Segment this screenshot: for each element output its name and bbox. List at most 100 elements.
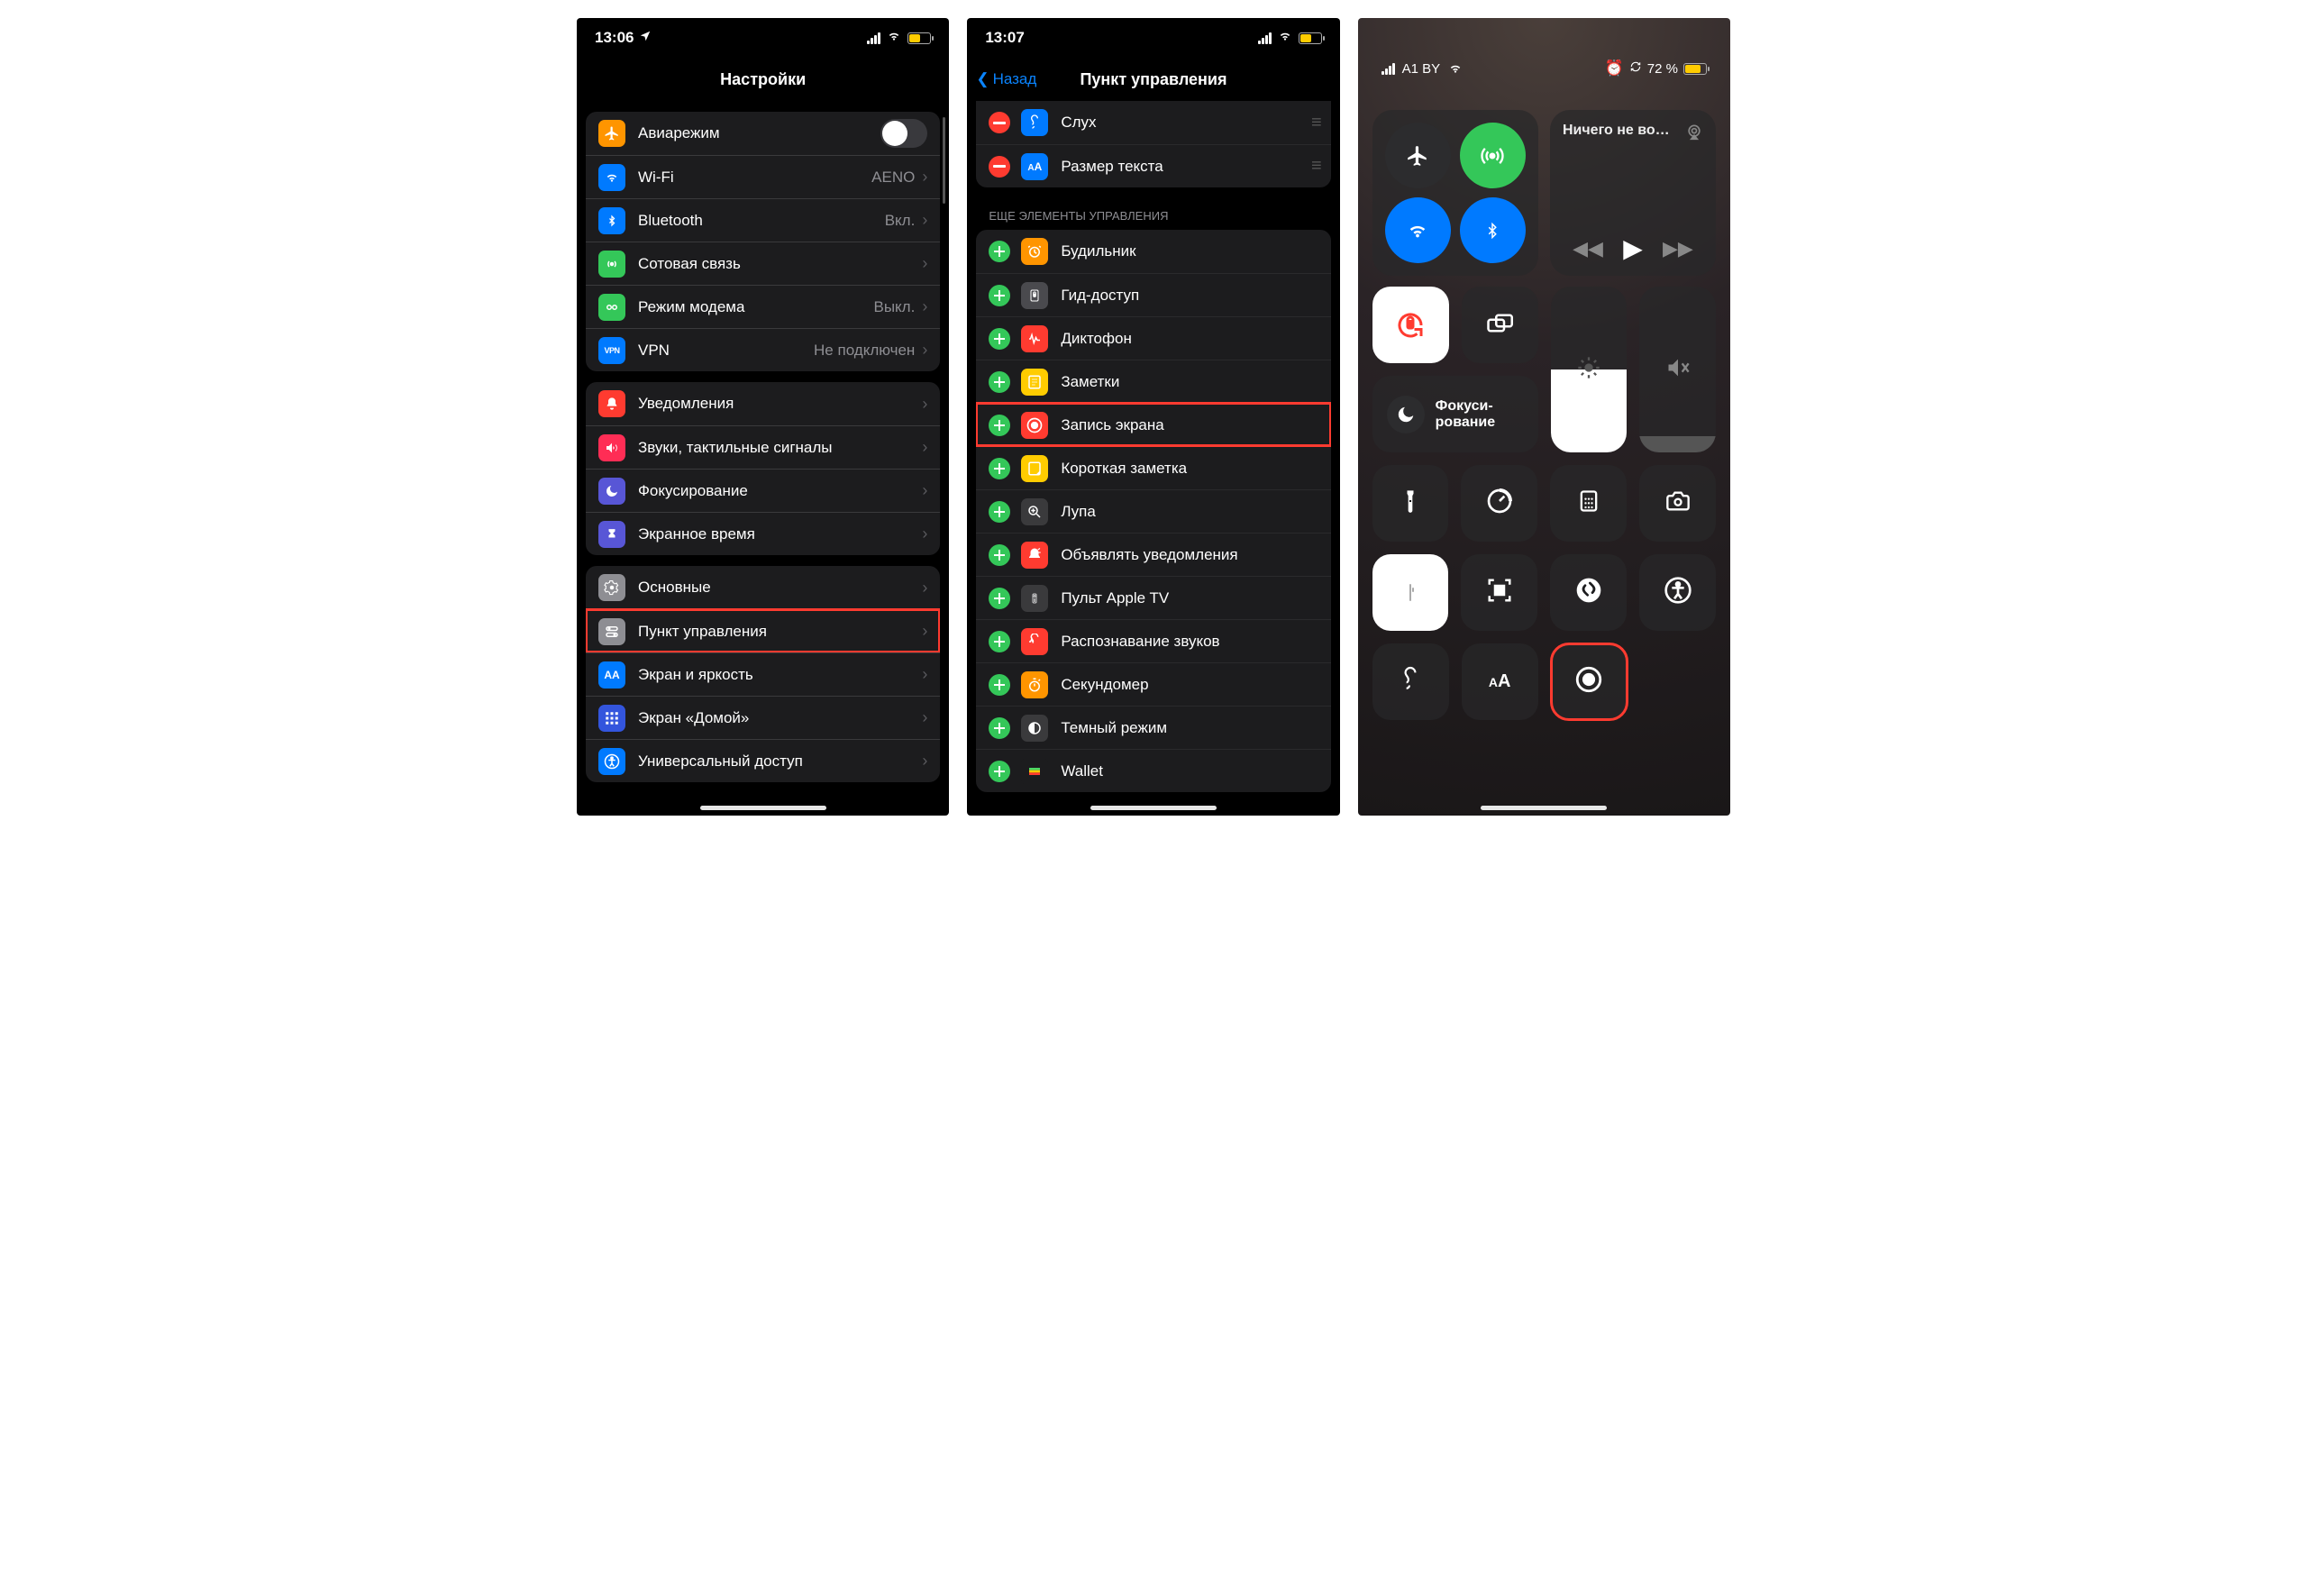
media-pane[interactable]: Ничего не во… ◀◀ ▶ ▶▶ xyxy=(1550,110,1716,276)
media-title: Ничего не во… xyxy=(1563,123,1670,145)
timer-icon xyxy=(1485,487,1514,520)
camera-button[interactable] xyxy=(1639,465,1716,542)
screen-mirroring-button[interactable] xyxy=(1462,287,1538,363)
home-indicator[interactable] xyxy=(1481,806,1607,810)
focus-icon xyxy=(598,478,625,505)
bluetooth-toggle[interactable] xyxy=(1460,197,1526,263)
settings-row-accessibility[interactable]: Универсальный доступ› xyxy=(586,739,940,782)
settings-row-focus[interactable]: Фокусирование› xyxy=(586,469,940,512)
scrollbar[interactable] xyxy=(943,117,945,204)
voicememo-icon xyxy=(1021,325,1048,352)
settings-row-general[interactable]: Основные› xyxy=(586,566,940,609)
next-track-button[interactable]: ▶▶ xyxy=(1663,237,1693,260)
homescreen-icon xyxy=(598,705,625,732)
shazam-button[interactable] xyxy=(1550,554,1627,631)
add-button[interactable] xyxy=(989,631,1010,652)
qr-button[interactable] xyxy=(1461,554,1537,631)
general-icon xyxy=(598,574,625,601)
accessibility-icon xyxy=(1664,576,1692,609)
focus-label: Фокуси- рование xyxy=(1436,398,1495,430)
hearing-button[interactable] xyxy=(1372,643,1449,720)
toggle[interactable] xyxy=(880,119,927,148)
remove-button[interactable] xyxy=(989,156,1010,178)
add-button[interactable] xyxy=(989,501,1010,523)
more-controls-header: ЕЩЕ ЭЛЕМЕНТЫ УПРАВЛЕНИЯ xyxy=(967,187,1339,230)
row-label: Пульт Apple TV xyxy=(1061,589,1318,607)
add-button[interactable] xyxy=(989,717,1010,739)
chevron-right-icon: › xyxy=(922,254,927,273)
shazam-icon xyxy=(1574,576,1603,609)
settings-row-wifi[interactable]: Wi-FiAENO› xyxy=(586,155,940,198)
row-label: Bluetooth xyxy=(638,212,885,230)
airplane-toggle[interactable] xyxy=(1385,123,1451,188)
chevron-right-icon: › xyxy=(922,168,927,187)
add-button[interactable] xyxy=(989,588,1010,609)
textsize-button[interactable]: AA xyxy=(1462,643,1538,720)
cellular-toggle[interactable] xyxy=(1460,123,1526,188)
settings-row-bluetooth[interactable]: BluetoothВкл. › xyxy=(586,198,940,242)
chevron-right-icon: › xyxy=(922,622,927,641)
control-row-darkmode: Темный режим xyxy=(976,706,1330,749)
row-label: Гид-доступ xyxy=(1061,287,1318,305)
calculator-button[interactable] xyxy=(1550,465,1627,542)
settings-row-sounds[interactable]: Звуки, тактильные сигналы› xyxy=(586,425,940,469)
orientation-lock-button[interactable] xyxy=(1372,287,1449,363)
add-button[interactable] xyxy=(989,285,1010,306)
chevron-right-icon: › xyxy=(922,211,927,230)
timer-button[interactable] xyxy=(1461,465,1537,542)
settings-row-vpn[interactable]: VPNVPNНе подключен› xyxy=(586,328,940,371)
soundrec-icon xyxy=(1021,628,1048,655)
settings-row-controlcenter[interactable]: Пункт управления› xyxy=(586,609,940,652)
screenrecord-button[interactable] xyxy=(1551,643,1628,720)
add-button[interactable] xyxy=(989,241,1010,262)
row-value: Вкл. xyxy=(885,212,916,230)
row-label: Уведомления xyxy=(638,395,922,413)
row-label: Пункт управления xyxy=(638,623,922,641)
flashlight-button[interactable] xyxy=(1372,465,1449,542)
add-button[interactable] xyxy=(989,544,1010,566)
control-center-screen: A1 BY ⏰ 72 % xyxy=(1358,18,1730,816)
accessibility-button[interactable] xyxy=(1639,554,1716,631)
magnifier-icon xyxy=(1021,498,1048,525)
signal-icon xyxy=(1381,63,1395,75)
hearing-icon xyxy=(1021,109,1048,136)
settings-row-cellular[interactable]: Сотовая связь› xyxy=(586,242,940,285)
home-indicator[interactable] xyxy=(700,806,826,810)
chevron-right-icon: › xyxy=(922,665,927,684)
airplay-icon[interactable] xyxy=(1685,123,1703,145)
settings-row-hotspot[interactable]: Режим модемаВыкл.› xyxy=(586,285,940,328)
qr-icon xyxy=(1486,577,1513,608)
settings-row-homescreen[interactable]: Экран «Домой»› xyxy=(586,696,940,739)
drag-handle-icon[interactable]: ≡ xyxy=(1311,113,1318,133)
volume-slider[interactable] xyxy=(1639,287,1716,452)
row-value: Не подключен xyxy=(814,342,915,360)
add-button[interactable] xyxy=(989,458,1010,479)
settings-row-airplane[interactable]: Авиарежим xyxy=(586,112,940,155)
settings-row-screentime[interactable]: Экранное время› xyxy=(586,512,940,555)
add-button[interactable] xyxy=(989,371,1010,393)
row-label: Универсальный доступ xyxy=(638,752,922,771)
drag-handle-icon[interactable]: ≡ xyxy=(1311,156,1318,177)
remove-button[interactable] xyxy=(989,112,1010,133)
settings-row-display[interactable]: AAЭкран и яркость› xyxy=(586,652,940,696)
focus-button[interactable]: Фокуси- рование xyxy=(1372,376,1538,452)
play-button[interactable]: ▶ xyxy=(1623,233,1643,263)
airplane-icon xyxy=(598,120,625,147)
add-button[interactable] xyxy=(989,328,1010,350)
back-button[interactable]: ❮ Назад xyxy=(976,70,1036,88)
lowpower-button[interactable] xyxy=(1372,554,1449,631)
chevron-right-icon: › xyxy=(922,438,927,457)
control-row-wallet: Wallet xyxy=(976,749,1330,792)
settings-row-notifications[interactable]: Уведомления› xyxy=(586,382,940,425)
row-label: Слух xyxy=(1061,114,1311,132)
settings-screen: 13:06 Настройки АвиарежимWi-FiAENO›Bluet… xyxy=(577,18,949,816)
add-button[interactable] xyxy=(989,415,1010,436)
home-indicator[interactable] xyxy=(1090,806,1217,810)
camera-icon xyxy=(1663,488,1693,518)
add-button[interactable] xyxy=(989,674,1010,696)
control-row-voicememo: Диктофон xyxy=(976,316,1330,360)
prev-track-button[interactable]: ◀◀ xyxy=(1573,237,1603,260)
wifi-toggle[interactable] xyxy=(1385,197,1451,263)
add-button[interactable] xyxy=(989,761,1010,782)
brightness-slider[interactable] xyxy=(1551,287,1628,452)
